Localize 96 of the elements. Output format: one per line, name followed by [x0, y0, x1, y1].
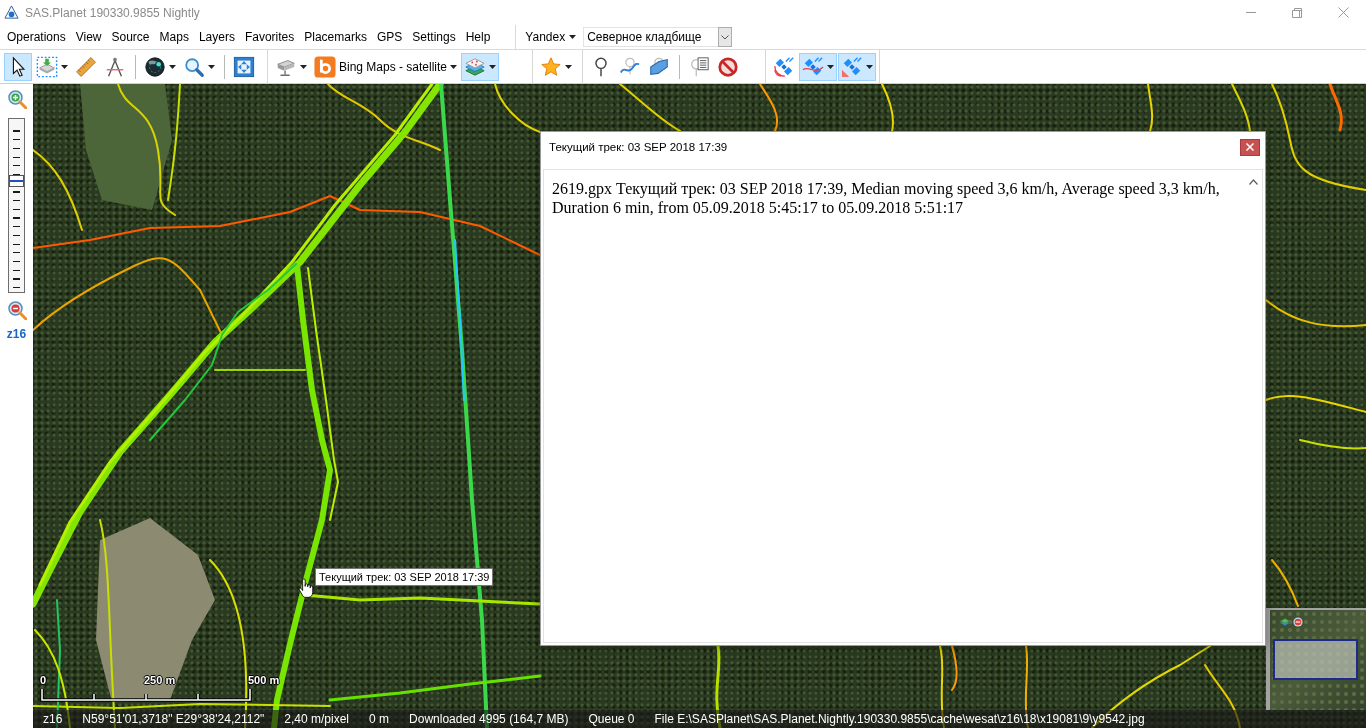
menu-item[interactable]: Operations: [2, 28, 71, 46]
satellite-signal-icon: [773, 55, 795, 78]
hand-cursor-icon: [298, 578, 314, 599]
menu-item[interactable]: GPS: [371, 28, 408, 46]
gps-track[interactable]: [619, 84, 681, 132]
gps-track[interactable]: [33, 703, 331, 709]
caret-icon: [827, 64, 834, 69]
gps-track[interactable]: [1265, 299, 1366, 328]
map-source-button[interactable]: Bing Maps - satellite: [311, 52, 461, 81]
dialog-close-button[interactable]: [1240, 138, 1260, 156]
search-provider-button[interactable]: Yandex: [524, 28, 578, 46]
distance-text: 0 m: [369, 712, 390, 726]
logo-tile-icon: [314, 55, 336, 78]
window-title: SAS.Planet 190330.9855 Nightly: [25, 5, 200, 20]
menu-item[interactable]: Help: [460, 28, 496, 46]
menu-item[interactable]: Layers: [193, 28, 240, 46]
zoom-level-label: z16: [6, 327, 27, 341]
dropdown-button[interactable]: [718, 27, 733, 47]
caret-icon: [208, 64, 215, 69]
gps-track[interactable]: [1299, 439, 1366, 450]
gps-track[interactable]: [1328, 84, 1343, 132]
gps-track[interactable]: [327, 84, 441, 151]
caret-icon: [300, 64, 307, 69]
minimap[interactable]: [1266, 608, 1366, 710]
layers-button[interactable]: [461, 52, 500, 81]
app-logo-icon: [4, 5, 19, 20]
satellite-track-icon: [802, 55, 824, 78]
globe-icon: [144, 55, 166, 78]
queue-status-text: Queue 0: [588, 712, 635, 726]
magnifier-minus-icon: [6, 300, 27, 320]
download-status-text: Downloaded 4995 (164,7 MB): [409, 712, 569, 726]
caret-icon: [450, 64, 458, 69]
gps-track[interactable]: [759, 84, 778, 132]
pin-list-icon: [688, 55, 710, 78]
polygon-icon: [648, 55, 670, 78]
dialog-title: Текущий трек: 03 SEP 2018 17:39: [549, 141, 728, 153]
gps-track[interactable]: [117, 84, 176, 216]
scroll-up-icon[interactable]: [1249, 179, 1258, 185]
prohibited-icon: [717, 55, 739, 78]
zoom-slider-thumb[interactable]: [9, 175, 24, 188]
resolution-text: 2,40 m/pixel: [284, 712, 350, 726]
menu-item[interactable]: Maps: [154, 28, 194, 46]
dashed-selection-icon: [36, 55, 58, 78]
gps-track[interactable]: [149, 263, 297, 441]
menu-item[interactable]: Settings: [407, 28, 461, 46]
drafting-compass-icon: [104, 55, 126, 78]
magnifier-icon: [183, 55, 205, 78]
zoom-level-text: z16: [43, 712, 63, 726]
caret-icon: [866, 64, 873, 69]
menu-item[interactable]: View: [70, 28, 107, 46]
track-tooltip: Текущий трек: 03 SEP 2018 17:39: [315, 568, 494, 586]
menu-item[interactable]: Placemarks: [299, 28, 372, 46]
scale-label: 500 m: [248, 674, 280, 686]
minus-circle-icon[interactable]: [1293, 617, 1303, 627]
layers-icon[interactable]: [1280, 617, 1290, 627]
file-path-text: File E:\SASPlanet\SAS.Planet.Nightly.190330.9855\cache\wesat\z16\18\x19081\9\y9542.jpg: [654, 712, 1145, 726]
gps-track[interactable]: [494, 84, 541, 133]
track-description: 2619.gpx Текущий трек: 03 SEP 2018 17:39, Median moving speed 3,6 km/h, Average speed 3,3 km/h, Duration 6 min, from 05.09.2018 5:45:17 to 05.09.2018 5:51:17: [551, 179, 1221, 218]
gps-track[interactable]: [454, 239, 465, 401]
gps-track[interactable]: [33, 195, 541, 256]
gps-track[interactable]: [328, 674, 542, 702]
expand-arrows-icon: [233, 55, 255, 78]
caret-icon: [569, 35, 577, 39]
gps-track[interactable]: [951, 645, 958, 691]
caret-icon: [169, 64, 176, 69]
caret-icon: [565, 64, 572, 69]
close-icon: [1246, 143, 1254, 151]
coordinates-text: N59°51'01,3718" E29°38'24,2112": [82, 712, 265, 726]
cursor-button[interactable]: [4, 52, 32, 81]
gps-track[interactable]: [167, 84, 181, 201]
menu-item[interactable]: Source: [106, 28, 155, 46]
zoom-out-button[interactable]: [6, 300, 27, 320]
minimap-viewport[interactable]: [1273, 639, 1358, 680]
satellite-corner-icon: [841, 55, 863, 78]
scale-label: 250 m: [144, 674, 176, 686]
gps-track[interactable]: [1271, 84, 1366, 191]
caret-icon: [61, 64, 68, 69]
gps-track[interactable]: [1231, 84, 1251, 132]
gps-track[interactable]: [1204, 664, 1241, 728]
gps-track[interactable]: [33, 149, 83, 231]
layers-icon: [464, 55, 487, 78]
search-field[interactable]: Северное кладбище: [583, 27, 719, 47]
magnifier-plus-icon: [6, 89, 27, 109]
chevron-down-icon: [721, 34, 730, 40]
restore-icon: [1292, 7, 1302, 18]
satellite-corner-button[interactable]: [838, 52, 876, 81]
gps-track[interactable]: [1271, 559, 1299, 607]
zoom-slider-track[interactable]: [8, 118, 25, 293]
close-icon: [1337, 7, 1349, 18]
satellite-map[interactable]: [33, 84, 1366, 728]
minimize-icon: [1246, 12, 1256, 13]
zoom-in-button[interactable]: [6, 89, 27, 109]
caret-icon: [489, 64, 497, 69]
menu-item[interactable]: Favorites: [239, 28, 300, 46]
scale-label: 0: [40, 674, 47, 686]
star-icon: [540, 55, 562, 78]
